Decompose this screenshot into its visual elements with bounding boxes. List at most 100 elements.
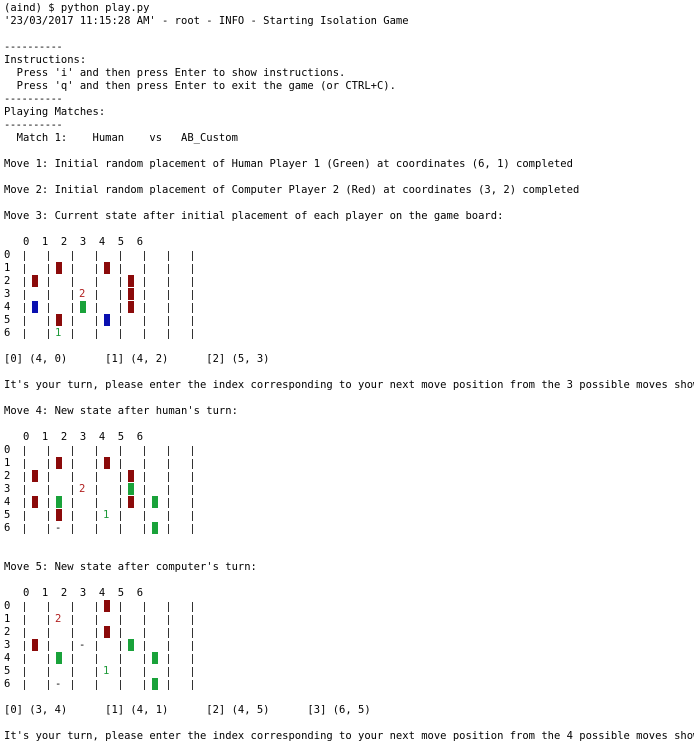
cell-divider [96, 485, 97, 495]
cell-divider [192, 316, 193, 326]
human-visited-cell [152, 652, 158, 664]
cell-divider [96, 498, 97, 508]
turn-prompt-2: It's your turn, please enter the index c… [4, 730, 694, 742]
cell-divider [144, 446, 145, 456]
cell-divider [192, 498, 193, 508]
cell-divider [168, 316, 169, 326]
row-label: 3 [4, 483, 11, 495]
cell-divider [168, 641, 169, 651]
computer-visited-cell [128, 496, 134, 508]
cell-divider [48, 316, 49, 326]
cell-divider [168, 602, 169, 612]
cell-divider [168, 329, 169, 339]
cell-divider [168, 654, 169, 664]
cell-divider [168, 303, 169, 313]
computer-visited-cell [32, 639, 38, 651]
cell-divider [120, 329, 121, 339]
move-3-text: Move 3: Current state after initial plac… [4, 210, 504, 222]
cell-divider [144, 251, 145, 261]
log-line: '23/03/2017 11:15:28 AM' - root - INFO -… [4, 15, 409, 27]
cell-divider [48, 602, 49, 612]
cell-divider [192, 485, 193, 495]
cell-divider [96, 654, 97, 664]
cell-divider [144, 654, 145, 664]
cell-divider [48, 446, 49, 456]
cell-divider [72, 264, 73, 274]
row-label: 1 [4, 457, 11, 469]
player-label: 2 [79, 483, 86, 495]
cell-divider [96, 303, 97, 313]
instructions-line-2: Press 'q' and then press Enter to exit t… [4, 80, 396, 92]
cell-divider [168, 667, 169, 677]
cell-divider [72, 277, 73, 287]
cell-divider [72, 446, 73, 456]
cell-divider [168, 680, 169, 690]
cell-divider [144, 485, 145, 495]
cell-divider [192, 446, 193, 456]
cell-divider [192, 511, 193, 521]
cell-divider [120, 511, 121, 521]
move-4-text: Move 4: New state after human's turn: [4, 405, 238, 417]
cell-divider [120, 290, 121, 300]
cell-divider [96, 524, 97, 534]
human-visited-cell [128, 483, 134, 495]
cell-divider [48, 667, 49, 677]
computer-visited-cell [128, 288, 134, 300]
cell-divider [96, 329, 97, 339]
cell-divider [24, 264, 25, 274]
cell-divider [192, 459, 193, 469]
cell-divider [24, 459, 25, 469]
board-row: 6 [4, 327, 204, 340]
cell-divider [144, 628, 145, 638]
human-visited-cell [56, 496, 62, 508]
cell-divider [24, 654, 25, 664]
cell-divider [48, 680, 49, 690]
computer-visited-cell [56, 457, 62, 469]
cell-divider [96, 459, 97, 469]
cell-divider [24, 667, 25, 677]
cell-divider [72, 329, 73, 339]
cell-divider [144, 641, 145, 651]
cell-divider [168, 277, 169, 287]
row-label: 0 [4, 600, 11, 612]
cell-divider [48, 251, 49, 261]
row-label: 6 [4, 522, 11, 534]
cell-divider [48, 264, 49, 274]
row-label: 0 [4, 444, 11, 456]
computer-visited-cell [128, 470, 134, 482]
turn-prompt-1: It's your turn, please enter the index c… [4, 379, 694, 391]
cell-divider [120, 524, 121, 534]
terminal-window[interactable]: (aind) $ python play.py '23/03/2017 11:1… [0, 0, 694, 745]
cell-divider [120, 602, 121, 612]
computer-visited-cell [104, 262, 110, 274]
cell-divider [144, 667, 145, 677]
cell-divider [144, 524, 145, 534]
cell-divider [24, 602, 25, 612]
separator: ---------- [4, 41, 63, 53]
cell-divider [24, 524, 25, 534]
cell-divider [192, 667, 193, 677]
cell-divider [72, 654, 73, 664]
row-label: 5 [4, 314, 11, 326]
cell-divider [24, 446, 25, 456]
board-2-col-header: 0 1 2 3 4 5 6 [4, 431, 144, 443]
move-1-text: Move 1: Initial random placement of Huma… [4, 158, 573, 170]
player-label: 2 [79, 288, 86, 300]
cell-divider [144, 329, 145, 339]
board-row: 0 [4, 444, 204, 457]
cell-divider [96, 680, 97, 690]
cell-divider [192, 628, 193, 638]
row-label: 0 [4, 249, 11, 261]
human-visited-cell [152, 522, 158, 534]
cell-divider [120, 251, 121, 261]
move-5-text: Move 5: New state after computer's turn: [4, 561, 257, 573]
human-visited-cell [128, 639, 134, 651]
cell-divider [72, 667, 73, 677]
board-row: 6 [4, 522, 204, 535]
cell-divider [192, 524, 193, 534]
cell-divider [192, 641, 193, 651]
cell-divider [72, 472, 73, 482]
cell-divider [96, 316, 97, 326]
move-options-1: [0] (4, 0) [1] (4, 2) [2] (5, 3) [4, 353, 270, 365]
cell-divider [96, 472, 97, 482]
